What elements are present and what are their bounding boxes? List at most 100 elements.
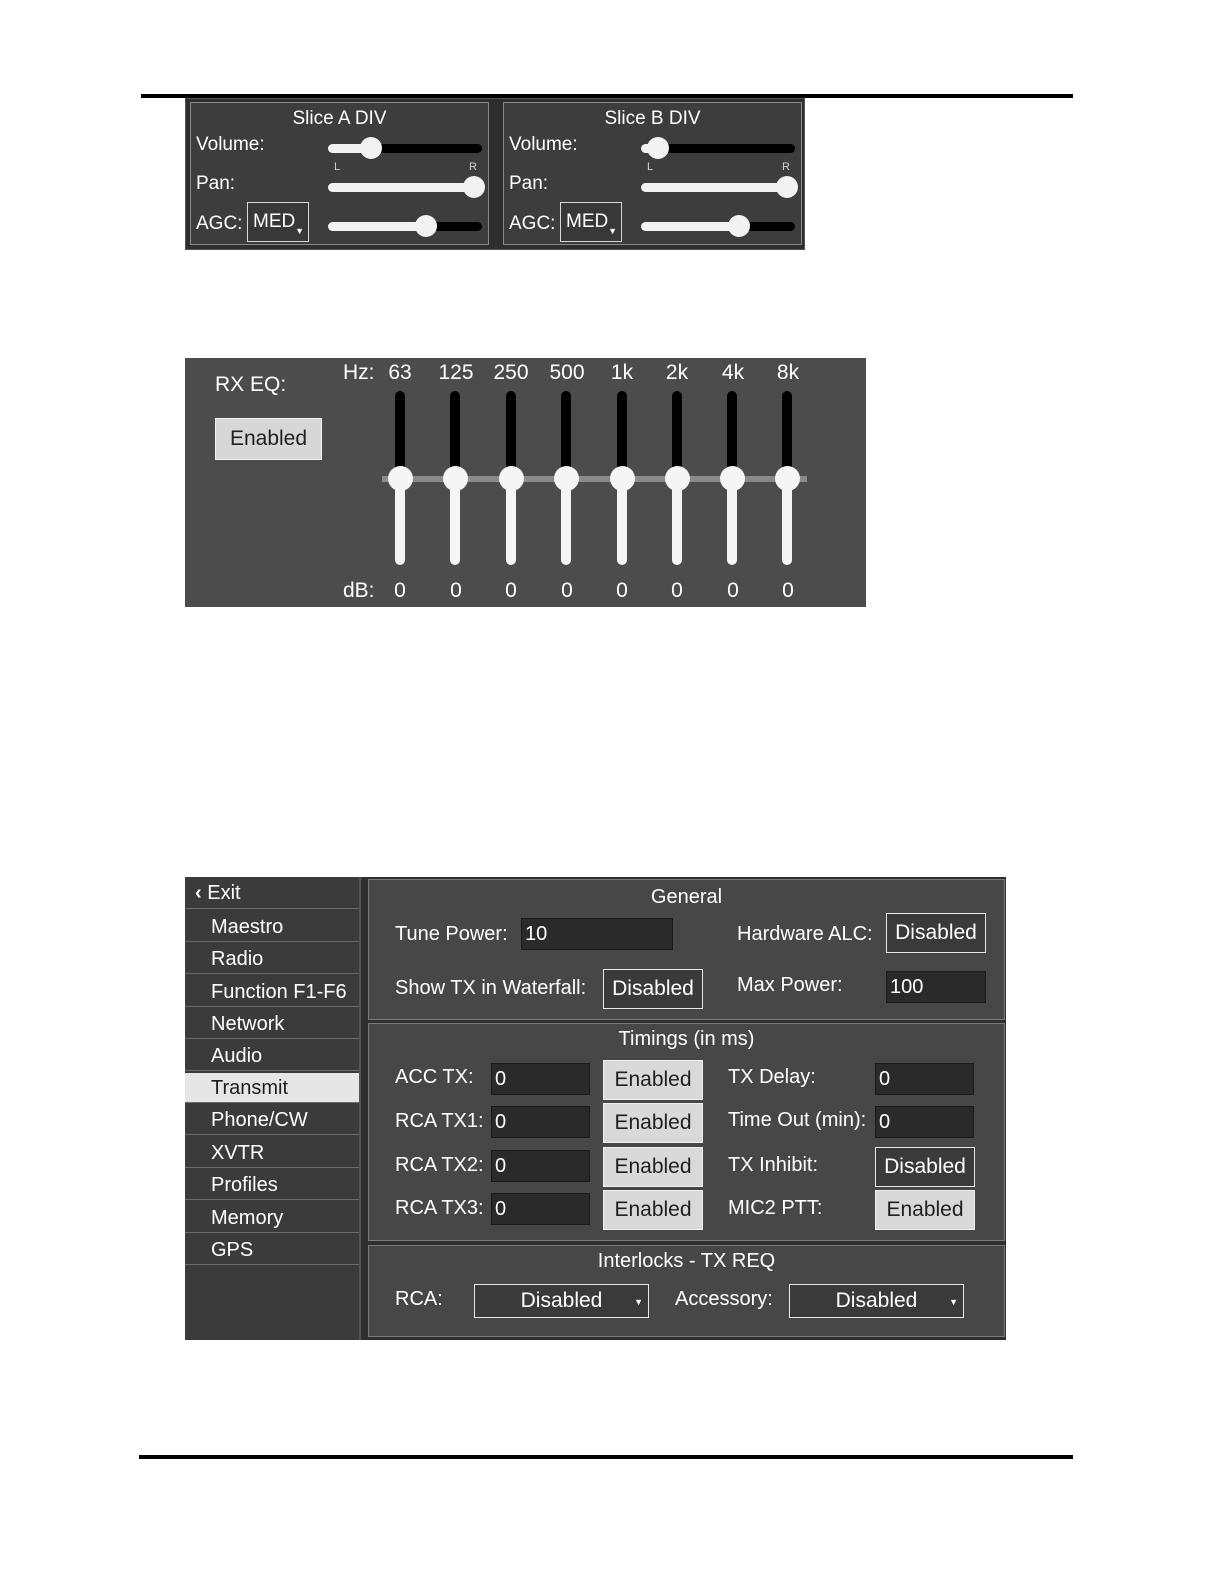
slider-knob[interactable] xyxy=(776,176,798,198)
slice-b-agc-slider[interactable] xyxy=(639,214,799,238)
eq-band-slider-250[interactable] xyxy=(499,391,524,567)
slider-track-left xyxy=(328,222,428,231)
slider-knob[interactable] xyxy=(647,137,669,159)
sidebar-item-phone-cw[interactable]: Phone/CW xyxy=(185,1105,359,1135)
slice-b-volume-slider[interactable] xyxy=(639,136,799,160)
eq-slider-track-bottom xyxy=(506,479,516,565)
eq-band-hz-label: 2k xyxy=(665,361,689,384)
sidebar-item-network[interactable]: Network xyxy=(185,1009,359,1039)
tune-power-input[interactable]: 10 xyxy=(521,918,673,950)
caret-down-icon: ▼ xyxy=(608,226,617,236)
eq-band-slider-8k[interactable] xyxy=(775,391,800,567)
sidebar-item-xvtr[interactable]: XVTR xyxy=(185,1138,359,1168)
slice-a-volume-slider[interactable] xyxy=(326,136,486,160)
slice-b-pan-slider[interactable] xyxy=(639,175,799,199)
eq-band-hz-label: 125 xyxy=(438,361,474,384)
eq-band-hz-label: 8k xyxy=(776,361,800,384)
eq-band-slider-4k[interactable] xyxy=(720,391,745,567)
sidebar-item-maestro[interactable]: Maestro xyxy=(185,912,359,942)
timings-title: Timings (in ms) xyxy=(618,1028,755,1050)
slice-a-title: Slice A DIV xyxy=(292,108,387,129)
sidebar-item-memory[interactable]: Memory xyxy=(185,1203,359,1233)
slider-track xyxy=(328,183,478,192)
tx-delay-input[interactable]: 0 xyxy=(875,1063,974,1095)
eq-band-db-value: 0 xyxy=(450,579,462,602)
eq-band-db-value: 0 xyxy=(782,579,794,602)
eq-slider-track-bottom xyxy=(617,479,627,565)
rca-tx1-input[interactable]: 0 xyxy=(491,1106,590,1138)
slice-a-pan-slider[interactable] xyxy=(326,175,486,199)
rca-interlock-select[interactable]: Disabled ▼ xyxy=(474,1284,649,1318)
eq-slider-knob[interactable] xyxy=(720,466,745,491)
eq-band-slider-1k[interactable] xyxy=(610,391,635,567)
timings-section: Timings (in ms) ACC TX: 0 Enabled RCA TX… xyxy=(368,1023,1005,1241)
slice-b-panel: Slice B DIV Volume: Pan: L R AGC: MED ▼ xyxy=(503,102,802,245)
sidebar-item-gps[interactable]: GPS xyxy=(185,1235,359,1265)
max-power-input[interactable]: 100 xyxy=(886,971,986,1003)
slice-a-agc-slider[interactable] xyxy=(326,214,486,238)
eq-band-slider-125[interactable] xyxy=(443,391,468,567)
eq-band-db-value: 0 xyxy=(505,579,517,602)
rca-tx2-enabled-button[interactable]: Enabled xyxy=(603,1147,703,1187)
acc-tx-input[interactable]: 0 xyxy=(491,1063,590,1095)
slider-knob[interactable] xyxy=(360,137,382,159)
rx-eq-title: RX EQ: xyxy=(215,373,287,396)
slice-b-pan-left-mark: L xyxy=(647,161,654,173)
slice-panels: Slice A DIV Volume: Pan: L R AGC: MED ▼ … xyxy=(185,98,805,250)
eq-slider-knob[interactable] xyxy=(388,466,413,491)
rca-tx1-label: RCA TX1: xyxy=(395,1110,484,1132)
slider-track-right xyxy=(371,144,482,153)
acc-tx-enabled-button[interactable]: Enabled xyxy=(603,1060,703,1100)
time-out-input[interactable]: 0 xyxy=(875,1106,974,1138)
eq-band-slider-500[interactable] xyxy=(554,391,579,567)
mic2-ptt-label: MIC2 PTT: xyxy=(728,1197,823,1219)
rca-tx2-input[interactable]: 0 xyxy=(491,1150,590,1182)
eq-slider-track-bottom xyxy=(450,479,460,565)
slice-b-title: Slice B DIV xyxy=(604,108,701,129)
rca-tx3-input[interactable]: 0 xyxy=(491,1193,590,1225)
eq-band-slider-63[interactable] xyxy=(388,391,413,567)
agc-value: MED xyxy=(253,211,296,232)
eq-band-hz-label: 4k xyxy=(721,361,745,384)
slice-b-agc-select[interactable]: MED ▼ xyxy=(560,202,622,242)
slider-knob[interactable] xyxy=(415,215,437,237)
chevron-left-icon: ‹ xyxy=(195,882,202,904)
sidebar-item-function[interactable]: Function F1-F6 xyxy=(185,977,359,1007)
caret-down-icon: ▼ xyxy=(949,1297,958,1307)
eq-slider-knob[interactable] xyxy=(610,466,635,491)
hardware-alc-button[interactable]: Disabled xyxy=(886,913,986,953)
eq-slider-knob[interactable] xyxy=(554,466,579,491)
sidebar-item-audio[interactable]: Audio xyxy=(185,1041,359,1071)
eq-band-hz-label: 250 xyxy=(493,361,529,384)
rca-tx1-enabled-button[interactable]: Enabled xyxy=(603,1103,703,1143)
rca-tx3-enabled-button[interactable]: Enabled xyxy=(603,1190,703,1230)
slider-knob[interactable] xyxy=(463,176,485,198)
time-out-label: Time Out (min): xyxy=(728,1109,867,1131)
slider-track-right xyxy=(655,144,795,153)
general-title: General xyxy=(650,886,723,908)
sidebar-item-radio[interactable]: Radio xyxy=(185,944,359,974)
sidebar-item-profiles[interactable]: Profiles xyxy=(185,1170,359,1200)
eq-band-db-value: 0 xyxy=(671,579,683,602)
accessory-interlock-select[interactable]: Disabled ▼ xyxy=(789,1284,964,1318)
mic2-ptt-button[interactable]: Enabled xyxy=(875,1190,975,1230)
slider-knob[interactable] xyxy=(728,215,750,237)
sidebar-item-transmit[interactable]: Transmit xyxy=(185,1073,359,1103)
show-tx-waterfall-button[interactable]: Disabled xyxy=(603,969,703,1009)
sidebar-exit[interactable]: ‹ Exit xyxy=(185,877,359,909)
eq-slider-track-bottom xyxy=(727,479,737,565)
slice-a-agc-select[interactable]: MED ▼ xyxy=(247,202,309,242)
slice-a-pan-label: Pan: xyxy=(196,173,236,194)
eq-slider-knob[interactable] xyxy=(499,466,524,491)
interlocks-title: Interlocks - TX REQ xyxy=(597,1250,776,1272)
rx-eq-enabled-button[interactable]: Enabled xyxy=(215,418,322,460)
eq-band-hz-label: 63 xyxy=(388,361,412,384)
rx-eq-panel: RX EQ: Enabled Hz: dB: 63 0 125 0 250 0 … xyxy=(185,358,866,607)
eq-slider-knob[interactable] xyxy=(775,466,800,491)
eq-band-slider-2k[interactable] xyxy=(665,391,690,567)
eq-slider-knob[interactable] xyxy=(443,466,468,491)
tune-power-label: Tune Power: xyxy=(395,923,508,945)
tx-inhibit-button[interactable]: Disabled xyxy=(875,1147,975,1187)
eq-slider-knob[interactable] xyxy=(665,466,690,491)
settings-sidebar: ‹ Exit Maestro Radio Function F1-F6 Netw… xyxy=(185,877,361,1340)
